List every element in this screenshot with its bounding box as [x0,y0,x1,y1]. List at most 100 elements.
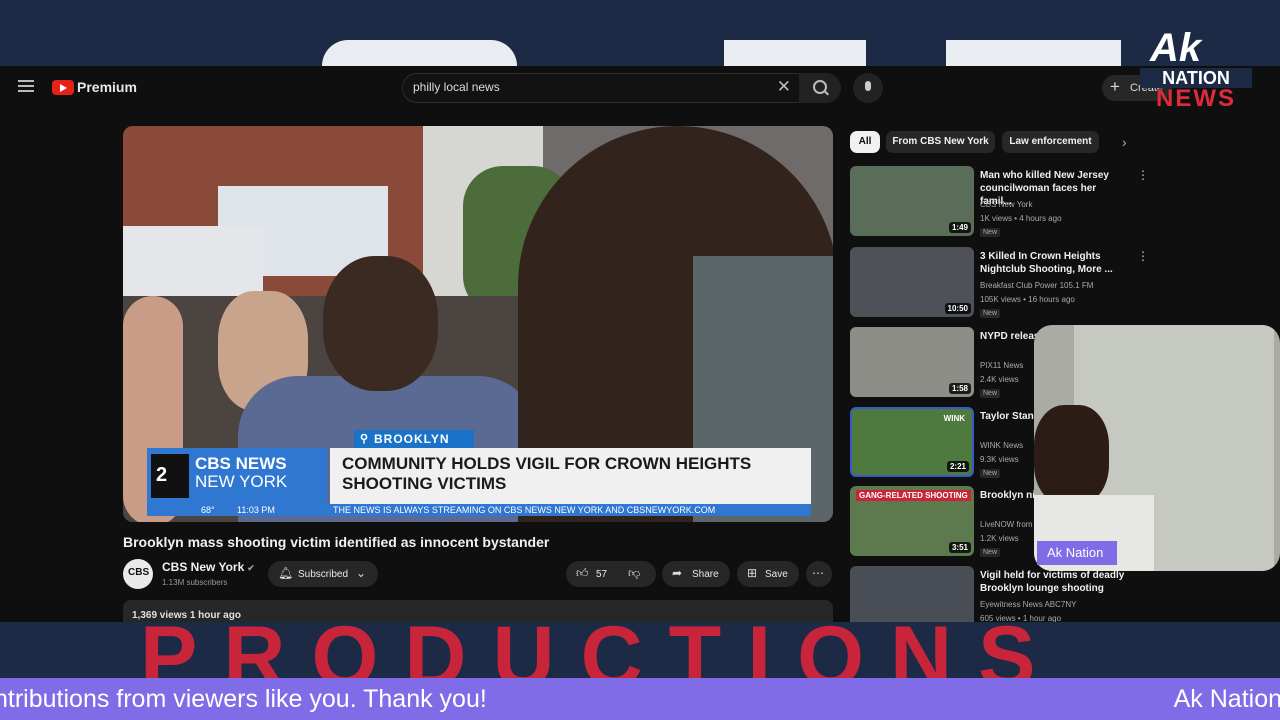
subscriber-count: 1.13M subscribers [162,578,228,587]
rec-meta: 605 views • 1 hour ago [980,614,1062,622]
chip-law-enforcement[interactable]: Law enforcement [1002,131,1099,153]
video-player[interactable]: ⚲ BROOKLYN 2 CBS NEWS NEW YORK COMMUNITY… [123,126,833,522]
station-name-line2: NEW YORK [195,472,288,491]
rec-title: Vigil held for victims of deadly Brookly… [980,570,1125,594]
more-vertical-icon[interactable]: ⋮ [1137,249,1149,263]
background-letter-shape [322,40,517,66]
recommendation-item[interactable]: 10:50 3 Killed In Crown Heights Nightclu… [850,247,1150,318]
youtube-play-icon [52,79,74,95]
ticker-message: ntributions from viewers like you. Thank… [0,685,487,713]
mic-icon [865,81,871,91]
logo-ak: Ak [1150,26,1202,70]
rec-channel: Breakfast Club Power 105.1 FM [980,281,1094,290]
location-tag: ⚲ BROOKLYN [354,430,474,448]
bell-icon: 🔔︎ [278,566,294,580]
more-icon: ⋯ [812,566,824,580]
rec-meta: 2.4K views [980,375,1019,384]
rec-channel: Eyewitness News ABC7NY [980,600,1077,609]
mic-button[interactable] [853,73,883,103]
rec-meta: 1.2K views [980,534,1019,543]
news-crawl: 68° 11:03 PM THE NEWS IS ALWAYS STREAMIN… [147,504,811,516]
more-actions-button[interactable]: ⋯ [806,561,832,587]
channel-name[interactable]: CBS New York ✔ [162,560,255,574]
menu-icon[interactable] [18,80,34,92]
new-badge: New [980,469,1001,478]
view-count-date: 1,369 views 1 hour ago [132,610,241,621]
ak-nation-news-logo: Ak NATION NEWS [1140,26,1252,112]
background-letter-shape [946,40,1121,66]
rec-meta: 9.3K views [980,455,1019,464]
rec-channel: LiveNOW from [980,520,1033,529]
channel-avatar[interactable]: CBS [123,559,153,589]
subscribed-button[interactable]: 🔔︎ Subscribed ⌄ [268,561,378,587]
station-logo: 2 CBS NEWS NEW YORK [147,448,327,504]
search-button[interactable] [799,73,841,103]
like-count: 57 [596,569,608,580]
video-thumbnail[interactable]: 1:58 [850,327,974,397]
dislike-icon[interactable]: 👎︎ [628,566,640,581]
video-thumbnail[interactable]: 10:50 [850,247,974,317]
webcam-overlay [1034,325,1280,571]
rec-meta: 105K views • 16 hours ago [980,295,1075,304]
background-letter-shape [724,40,866,66]
plus-icon: + [1110,77,1120,96]
new-badge: New [980,389,1001,398]
location-text: BROOKLYN [374,432,450,446]
cbs-eye-icon: 2 [151,454,189,498]
save-label: Save [765,569,788,580]
description-box[interactable]: 1,369 views 1 hour ago [123,600,833,622]
recommendation-item[interactable]: Vigil held for victims of deadly Brookly… [850,566,1150,622]
youtube-header: Premium philly local news ✕ + Create [0,66,1280,108]
like-icon[interactable]: 👍︎ [576,566,589,581]
webcam-person [1034,405,1109,505]
video-scene-face [323,256,438,391]
rec-channel: PIX11 News [980,361,1024,370]
search-value: philly local news [413,80,500,94]
rec-title: 3 Killed In Crown Heights Nightclub Shoo… [980,251,1113,275]
search-icon [813,80,827,94]
more-vertical-icon[interactable]: ⋮ [1137,168,1149,182]
share-label: Share [692,569,719,580]
temperature: 68° [201,505,215,515]
background-bottom: PRODUCTIONS [0,622,1280,678]
chip-from-cbs[interactable]: From CBS New York [886,131,995,153]
chevron-down-icon: ⌄ [356,566,367,580]
video-thumbnail[interactable]: 1:49 [850,166,974,236]
chip-all[interactable]: All [850,131,880,153]
rec-meta: 1K views • 4 hours ago [980,214,1062,223]
youtube-logo[interactable]: Premium [52,78,137,96]
logo-news: NEWS [1156,85,1236,112]
station-name-line1: CBS NEWS [195,454,287,473]
like-dislike-group: 👍︎ 57 👎︎ [566,561,656,587]
ticker-brand: Ak Nation [1173,685,1280,713]
webcam-name-label: Ak Nation [1037,541,1117,565]
share-icon: ➦ [672,566,683,580]
news-headline: COMMUNITY HOLDS VIGIL FOR CROWN HEIGHTS … [342,454,752,493]
clear-icon[interactable]: ✕ [777,78,791,96]
video-thumbnail[interactable]: GANG-RELATED SHOOTING 3:51 [850,486,974,556]
new-badge: New [980,309,1001,318]
share-button[interactable]: ➦ Share [662,561,730,587]
bookmark-icon: ⊞ [747,566,758,580]
save-button[interactable]: ⊞ Save [737,561,799,587]
rec-channel: CBS New York [980,200,1033,209]
background-productions-text: PRODUCTIONS [140,622,1062,678]
recommendation-item[interactable]: 1:49 Man who killed New Jersey councilwo… [850,166,1150,237]
video-title: Brooklyn mass shooting victim identified… [123,534,550,550]
subscribed-label: Subscribed [298,569,349,580]
location-pin-icon: ⚲ [360,433,370,445]
chevron-right-icon[interactable]: › [1122,134,1127,150]
new-badge: New [980,228,1001,237]
search-input[interactable]: philly local news ✕ [402,73,800,103]
news-lower-third: ⚲ BROOKLYN 2 CBS NEWS NEW YORK COMMUNITY… [147,430,811,516]
crawl-text: THE NEWS IS ALWAYS STREAMING ON CBS NEWS… [333,505,716,515]
verified-icon: ✔ [247,563,255,573]
video-thumbnail[interactable]: WINK 2:21 [850,407,974,477]
new-badge: New [980,548,1001,557]
logo-text: Premium [77,79,137,95]
rec-channel: WINK News [980,441,1024,450]
ticker-bar: ntributions from viewers like you. Thank… [0,678,1280,720]
video-thumbnail[interactable] [850,566,974,622]
broadcast-time: 11:03 PM [237,505,275,515]
headline-box: COMMUNITY HOLDS VIGIL FOR CROWN HEIGHTS … [330,448,811,504]
